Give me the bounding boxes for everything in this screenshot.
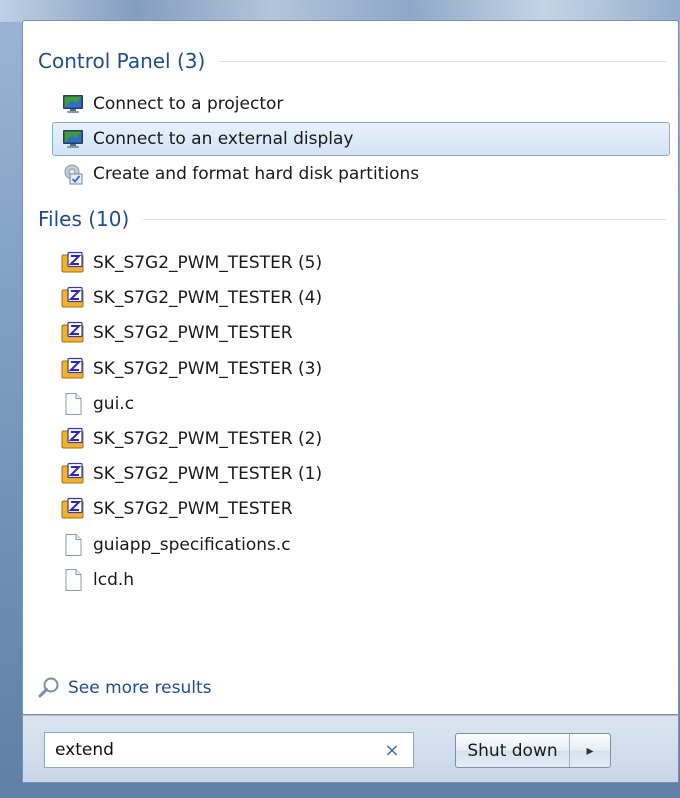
project-file-icon <box>61 251 85 275</box>
section-title: Control Panel (3) <box>38 49 206 73</box>
project-file-icon <box>61 497 85 521</box>
file-result-item[interactable]: guiapp_specifications.c <box>52 528 670 562</box>
project-file-icon <box>61 357 85 381</box>
project-file-icon <box>61 321 85 345</box>
document-icon <box>61 392 85 416</box>
project-file-icon <box>61 427 85 451</box>
document-icon <box>61 533 85 557</box>
file-result-item[interactable]: SK_S7G2_PWM_TESTER (5) <box>52 246 670 280</box>
file-result-item[interactable]: SK_S7G2_PWM_TESTER (2) <box>52 422 670 456</box>
section-header-control-panel[interactable]: Control Panel (3) <box>38 46 666 76</box>
start-menu-frame: Control Panel (3) Connect to a projector <box>0 0 680 798</box>
file-result-label: lcd.h <box>93 570 135 590</box>
see-more-results-link[interactable]: See more results <box>36 674 212 702</box>
monitor-icon <box>61 127 85 151</box>
monitor-icon <box>61 92 85 116</box>
glass-top-edge <box>0 0 680 22</box>
search-icon <box>36 675 62 701</box>
search-input[interactable] <box>45 735 377 765</box>
shutdown-button-group: Shut down ▸ <box>455 733 611 768</box>
section-divider <box>219 60 666 62</box>
file-result-label: SK_S7G2_PWM_TESTER (4) <box>93 288 323 308</box>
file-result-item[interactable]: gui.c <box>52 387 670 421</box>
close-icon: × <box>384 739 400 761</box>
file-result-item[interactable]: SK_S7G2_PWM_TESTER <box>52 492 670 526</box>
result-label: Connect to an external display <box>93 129 354 149</box>
file-result-label: SK_S7G2_PWM_TESTER <box>93 323 293 343</box>
file-result-label: SK_S7G2_PWM_TESTER (2) <box>93 429 323 449</box>
see-more-results-label: See more results <box>68 678 212 698</box>
result-create-format-partitions[interactable]: Create and format hard disk partitions <box>52 157 670 191</box>
disk-management-icon <box>61 162 85 186</box>
chevron-right-icon: ▸ <box>586 742 594 759</box>
result-label: Create and format hard disk partitions <box>93 164 420 184</box>
result-connect-external-display[interactable]: Connect to an external display <box>52 122 670 156</box>
file-result-label: SK_S7G2_PWM_TESTER (5) <box>93 253 323 273</box>
shutdown-button[interactable]: Shut down <box>456 734 570 767</box>
shutdown-options-button[interactable]: ▸ <box>570 734 610 767</box>
project-file-icon <box>61 286 85 310</box>
file-result-label: SK_S7G2_PWM_TESTER (3) <box>93 359 323 379</box>
project-file-icon <box>61 462 85 486</box>
result-connect-projector[interactable]: Connect to a projector <box>52 87 670 121</box>
search-box[interactable]: × <box>44 732 414 768</box>
file-result-item[interactable]: SK_S7G2_PWM_TESTER (3) <box>52 352 670 386</box>
file-result-item[interactable]: SK_S7G2_PWM_TESTER <box>52 316 670 350</box>
section-divider <box>143 218 666 220</box>
file-result-label: SK_S7G2_PWM_TESTER (1) <box>93 464 323 484</box>
file-result-item[interactable]: lcd.h <box>52 563 670 597</box>
section-title: Files (10) <box>38 207 130 231</box>
document-icon <box>61 568 85 592</box>
file-result-item[interactable]: SK_S7G2_PWM_TESTER (1) <box>52 457 670 491</box>
clear-search-button[interactable]: × <box>377 735 407 765</box>
section-header-files[interactable]: Files (10) <box>38 204 666 234</box>
result-label: Connect to a projector <box>93 94 284 114</box>
file-result-label: guiapp_specifications.c <box>93 535 291 555</box>
file-result-label: SK_S7G2_PWM_TESTER <box>93 499 293 519</box>
file-result-label: gui.c <box>93 394 135 414</box>
file-result-item[interactable]: SK_S7G2_PWM_TESTER (4) <box>52 281 670 315</box>
